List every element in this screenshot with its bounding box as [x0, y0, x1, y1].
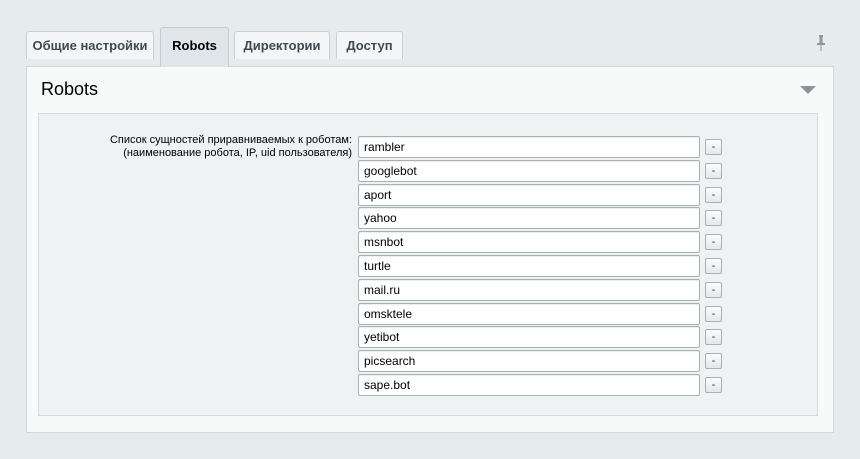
robot-entry-input[interactable]: [358, 231, 700, 254]
tab-general-settings[interactable]: Общие настройки: [26, 31, 154, 59]
robot-entry-input[interactable]: [358, 326, 700, 349]
remove-entry-button[interactable]: -: [705, 376, 722, 393]
triangle-down-icon[interactable]: [800, 86, 816, 94]
remove-entry-button[interactable]: -: [705, 257, 722, 274]
robots-list-label: Список сущностей приравниваемых к робота…: [62, 134, 352, 160]
remove-entry-button[interactable]: -: [705, 186, 722, 203]
robots-list-label-line1: Список сущностей приравниваемых к робота…: [109, 134, 352, 146]
remove-entry-button[interactable]: -: [705, 329, 722, 346]
pin-icon[interactable]: [816, 35, 826, 53]
remove-entry-button[interactable]: -: [705, 162, 722, 179]
section-title: Robots: [41, 79, 99, 99]
robots-list-label-line2: (наименование робота, IP, uid пользовате…: [123, 147, 352, 159]
robot-entry-input[interactable]: [358, 350, 700, 373]
remove-entry-button[interactable]: -: [705, 139, 722, 155]
remove-entry-button[interactable]: -: [705, 281, 722, 298]
remove-entry-button[interactable]: -: [705, 353, 722, 370]
remove-entry-button[interactable]: -: [705, 210, 722, 227]
robot-entry-input[interactable]: [358, 302, 700, 325]
robots-panel: Robots Список сущностей приравниваемых к…: [26, 66, 834, 433]
remove-entry-button[interactable]: -: [705, 305, 722, 322]
robot-entry-input[interactable]: [358, 207, 700, 230]
remove-entry-button[interactable]: -: [705, 234, 722, 251]
robot-entry-input[interactable]: [358, 183, 700, 206]
tab-bar: Общие настройки Robots Директории Доступ: [26, 27, 834, 67]
robot-entry-input[interactable]: [358, 373, 700, 396]
tab-access[interactable]: Доступ: [336, 31, 403, 59]
tab-directories[interactable]: Директории: [234, 31, 330, 59]
robot-entry-input[interactable]: [358, 136, 700, 158]
robot-entry-input[interactable]: [358, 254, 700, 277]
robot-entry-input[interactable]: [358, 278, 700, 301]
robot-entry-input[interactable]: [358, 159, 700, 182]
tab-robots[interactable]: Robots: [160, 27, 229, 67]
robots-settings-box: Список сущностей приравниваемых к робота…: [38, 113, 818, 416]
